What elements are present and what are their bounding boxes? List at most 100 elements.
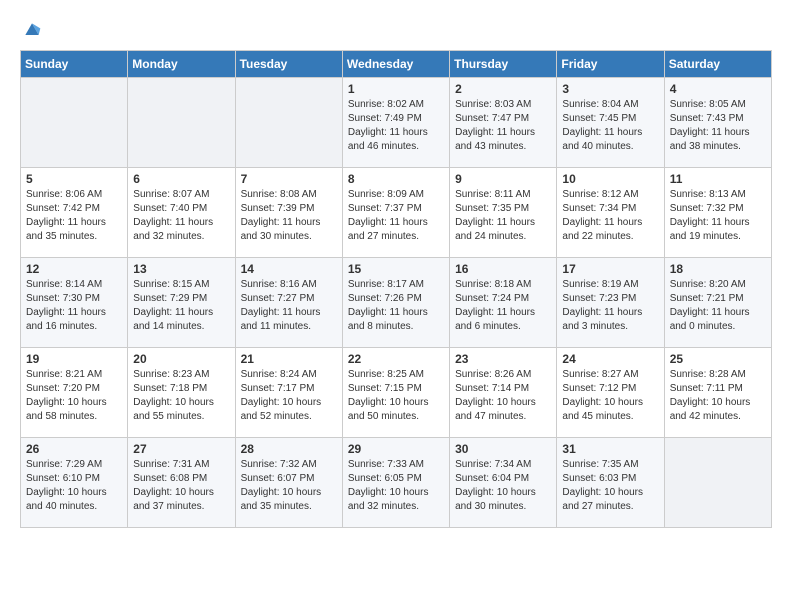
calendar-cell (664, 438, 771, 528)
day-number: 3 (562, 82, 658, 96)
day-number: 8 (348, 172, 444, 186)
day-number: 5 (26, 172, 122, 186)
day-number: 18 (670, 262, 766, 276)
calendar-cell (128, 78, 235, 168)
week-row-3: 12 Sunrise: 8:14 AM Sunset: 7:30 PM Dayli… (21, 258, 772, 348)
day-info: Sunrise: 8:08 AM Sunset: 7:39 PM Dayligh… (241, 188, 337, 244)
calendar-cell: 6Sunrise: 8:07 AM Sunset: 7:40 PM Daylig… (128, 168, 235, 258)
day-info: Sunrise: 8:21 AM Sunset: 7:20 PM Dayligh… (26, 368, 122, 424)
day-number: 12 (26, 262, 122, 276)
day-number: 19 (26, 352, 122, 366)
calendar-cell: 3Sunrise: 8:04 AM Sunset: 7:45 PM Daylig… (557, 78, 664, 168)
calendar-cell: 23 Sunrise: 8:26 AM Sunset: 7:14 PM Dayli… (450, 348, 557, 438)
calendar-cell: 29 Sunrise: 7:33 AM Sunset: 6:05 PM Dayli… (342, 438, 449, 528)
calendar-cell: 26Sunrise: 7:29 AM Sunset: 6:10 PM Dayli… (21, 438, 128, 528)
day-info: Sunrise: 8:14 AM Sunset: 7:30 PM Dayligh… (26, 278, 122, 334)
day-info: Sunrise: 7:33 AM Sunset: 6:05 PM Dayligh… (348, 458, 444, 514)
page-header (20, 20, 772, 40)
day-number: 31 (562, 442, 658, 456)
day-info: Sunrise: 8:26 AM Sunset: 7:14 PM Dayligh… (455, 368, 551, 424)
calendar-cell: 5 Sunrise: 8:06 AM Sunset: 7:42 PM Daylig… (21, 168, 128, 258)
day-info: Sunrise: 7:31 AM Sunset: 6:08 PM Dayligh… (133, 458, 229, 514)
day-header-friday: Friday (557, 51, 664, 78)
week-row-4: 19 Sunrise: 8:21 AM Sunset: 7:20 PM Dayli… (21, 348, 772, 438)
day-number: 21 (241, 352, 337, 366)
day-number: 13 (133, 262, 229, 276)
day-info: Sunrise: 8:20 AM Sunset: 7:21 PM Dayligh… (670, 278, 766, 334)
day-number: 2 (455, 82, 551, 96)
day-info: Sunrise: 8:06 AM Sunset: 7:42 PM Dayligh… (26, 188, 122, 244)
day-number: 1 (348, 82, 444, 96)
calendar-cell: 21 Sunrise: 8:24 AM Sunset: 7:17 PM Dayli… (235, 348, 342, 438)
day-info: Sunrise: 7:35 AM Sunset: 6:03 PM Dayligh… (562, 458, 658, 514)
day-info: Sunrise: 8:24 AM Sunset: 7:17 PM Dayligh… (241, 368, 337, 424)
calendar-cell: 28 Sunrise: 7:32 AM Sunset: 6:07 PM Dayli… (235, 438, 342, 528)
day-number: 14 (241, 262, 337, 276)
calendar-cell: 8 Sunrise: 8:09 AM Sunset: 7:37 PM Daylig… (342, 168, 449, 258)
calendar-cell: 17Sunrise: 8:19 AM Sunset: 7:23 PM Dayli… (557, 258, 664, 348)
calendar-cell: 10 Sunrise: 8:12 AM Sunset: 7:34 PM Dayli… (557, 168, 664, 258)
calendar-cell (235, 78, 342, 168)
day-info: Sunrise: 8:09 AM Sunset: 7:37 PM Dayligh… (348, 188, 444, 244)
day-info: Sunrise: 8:05 AM Sunset: 7:43 PM Dayligh… (670, 98, 766, 154)
calendar-cell: 31 Sunrise: 7:35 AM Sunset: 6:03 PM Dayli… (557, 438, 664, 528)
day-number: 7 (241, 172, 337, 186)
day-info: Sunrise: 8:11 AM Sunset: 7:35 PM Dayligh… (455, 188, 551, 244)
calendar-cell: 15 Sunrise: 8:17 AM Sunset: 7:26 PM Dayli… (342, 258, 449, 348)
day-info: Sunrise: 8:03 AM Sunset: 7:47 PM Dayligh… (455, 98, 551, 154)
day-header-saturday: Saturday (664, 51, 771, 78)
calendar-cell: 14 Sunrise: 8:16 AM Sunset: 7:27 PM Dayli… (235, 258, 342, 348)
day-number: 22 (348, 352, 444, 366)
day-info: Sunrise: 8:27 AM Sunset: 7:12 PM Dayligh… (562, 368, 658, 424)
calendar-cell: 27 Sunrise: 7:31 AM Sunset: 6:08 PM Dayli… (128, 438, 235, 528)
day-info: Sunrise: 8:02 AM Sunset: 7:49 PM Dayligh… (348, 98, 444, 154)
day-info: Sunrise: 7:34 AM Sunset: 6:04 PM Dayligh… (455, 458, 551, 514)
calendar-cell: 12 Sunrise: 8:14 AM Sunset: 7:30 PM Dayli… (21, 258, 128, 348)
day-number: 20 (133, 352, 229, 366)
day-info: Sunrise: 7:32 AM Sunset: 6:07 PM Dayligh… (241, 458, 337, 514)
day-number: 24 (562, 352, 658, 366)
logo (20, 20, 42, 40)
calendar-cell: 13 Sunrise: 8:15 AM Sunset: 7:29 PM Dayli… (128, 258, 235, 348)
calendar-cell: 18 Sunrise: 8:20 AM Sunset: 7:21 PM Dayli… (664, 258, 771, 348)
calendar-cell: 1 Sunrise: 8:02 AM Sunset: 7:49 PM Daylig… (342, 78, 449, 168)
day-number: 4 (670, 82, 766, 96)
day-number: 15 (348, 262, 444, 276)
day-number: 30 (455, 442, 551, 456)
calendar-cell: 19 Sunrise: 8:21 AM Sunset: 7:20 PM Dayli… (21, 348, 128, 438)
day-info: Sunrise: 8:28 AM Sunset: 7:11 PM Dayligh… (670, 368, 766, 424)
day-info: Sunrise: 8:17 AM Sunset: 7:26 PM Dayligh… (348, 278, 444, 334)
day-number: 10 (562, 172, 658, 186)
week-row-5: 26Sunrise: 7:29 AM Sunset: 6:10 PM Dayli… (21, 438, 772, 528)
day-header-wednesday: Wednesday (342, 51, 449, 78)
day-number: 9 (455, 172, 551, 186)
day-info: Sunrise: 8:19 AM Sunset: 7:23 PM Dayligh… (562, 278, 658, 334)
day-info: Sunrise: 8:18 AM Sunset: 7:24 PM Dayligh… (455, 278, 551, 334)
logo-icon (22, 20, 42, 40)
day-header-tuesday: Tuesday (235, 51, 342, 78)
day-number: 23 (455, 352, 551, 366)
day-number: 27 (133, 442, 229, 456)
week-row-2: 5 Sunrise: 8:06 AM Sunset: 7:42 PM Daylig… (21, 168, 772, 258)
day-info: Sunrise: 8:16 AM Sunset: 7:27 PM Dayligh… (241, 278, 337, 334)
day-number: 25 (670, 352, 766, 366)
calendar-cell: 4 Sunrise: 8:05 AM Sunset: 7:43 PM Daylig… (664, 78, 771, 168)
day-info: Sunrise: 8:25 AM Sunset: 7:15 PM Dayligh… (348, 368, 444, 424)
calendar-cell: 24 Sunrise: 8:27 AM Sunset: 7:12 PM Dayli… (557, 348, 664, 438)
day-number: 28 (241, 442, 337, 456)
day-number: 11 (670, 172, 766, 186)
day-header-monday: Monday (128, 51, 235, 78)
logo-text (20, 20, 42, 40)
calendar-cell: 7 Sunrise: 8:08 AM Sunset: 7:39 PM Daylig… (235, 168, 342, 258)
calendar-cell: 25 Sunrise: 8:28 AM Sunset: 7:11 PM Dayli… (664, 348, 771, 438)
calendar-cell: 22 Sunrise: 8:25 AM Sunset: 7:15 PM Dayli… (342, 348, 449, 438)
day-info: Sunrise: 8:13 AM Sunset: 7:32 PM Dayligh… (670, 188, 766, 244)
day-number: 6 (133, 172, 229, 186)
calendar-cell: 20Sunrise: 8:23 AM Sunset: 7:18 PM Dayli… (128, 348, 235, 438)
day-info: Sunrise: 8:12 AM Sunset: 7:34 PM Dayligh… (562, 188, 658, 244)
calendar-cell: 16Sunrise: 8:18 AM Sunset: 7:24 PM Dayli… (450, 258, 557, 348)
calendar-table: SundayMondayTuesdayWednesdayThursdayFrid… (20, 50, 772, 528)
week-row-1: 1 Sunrise: 8:02 AM Sunset: 7:49 PM Daylig… (21, 78, 772, 168)
day-info: Sunrise: 8:15 AM Sunset: 7:29 PM Dayligh… (133, 278, 229, 334)
day-number: 29 (348, 442, 444, 456)
